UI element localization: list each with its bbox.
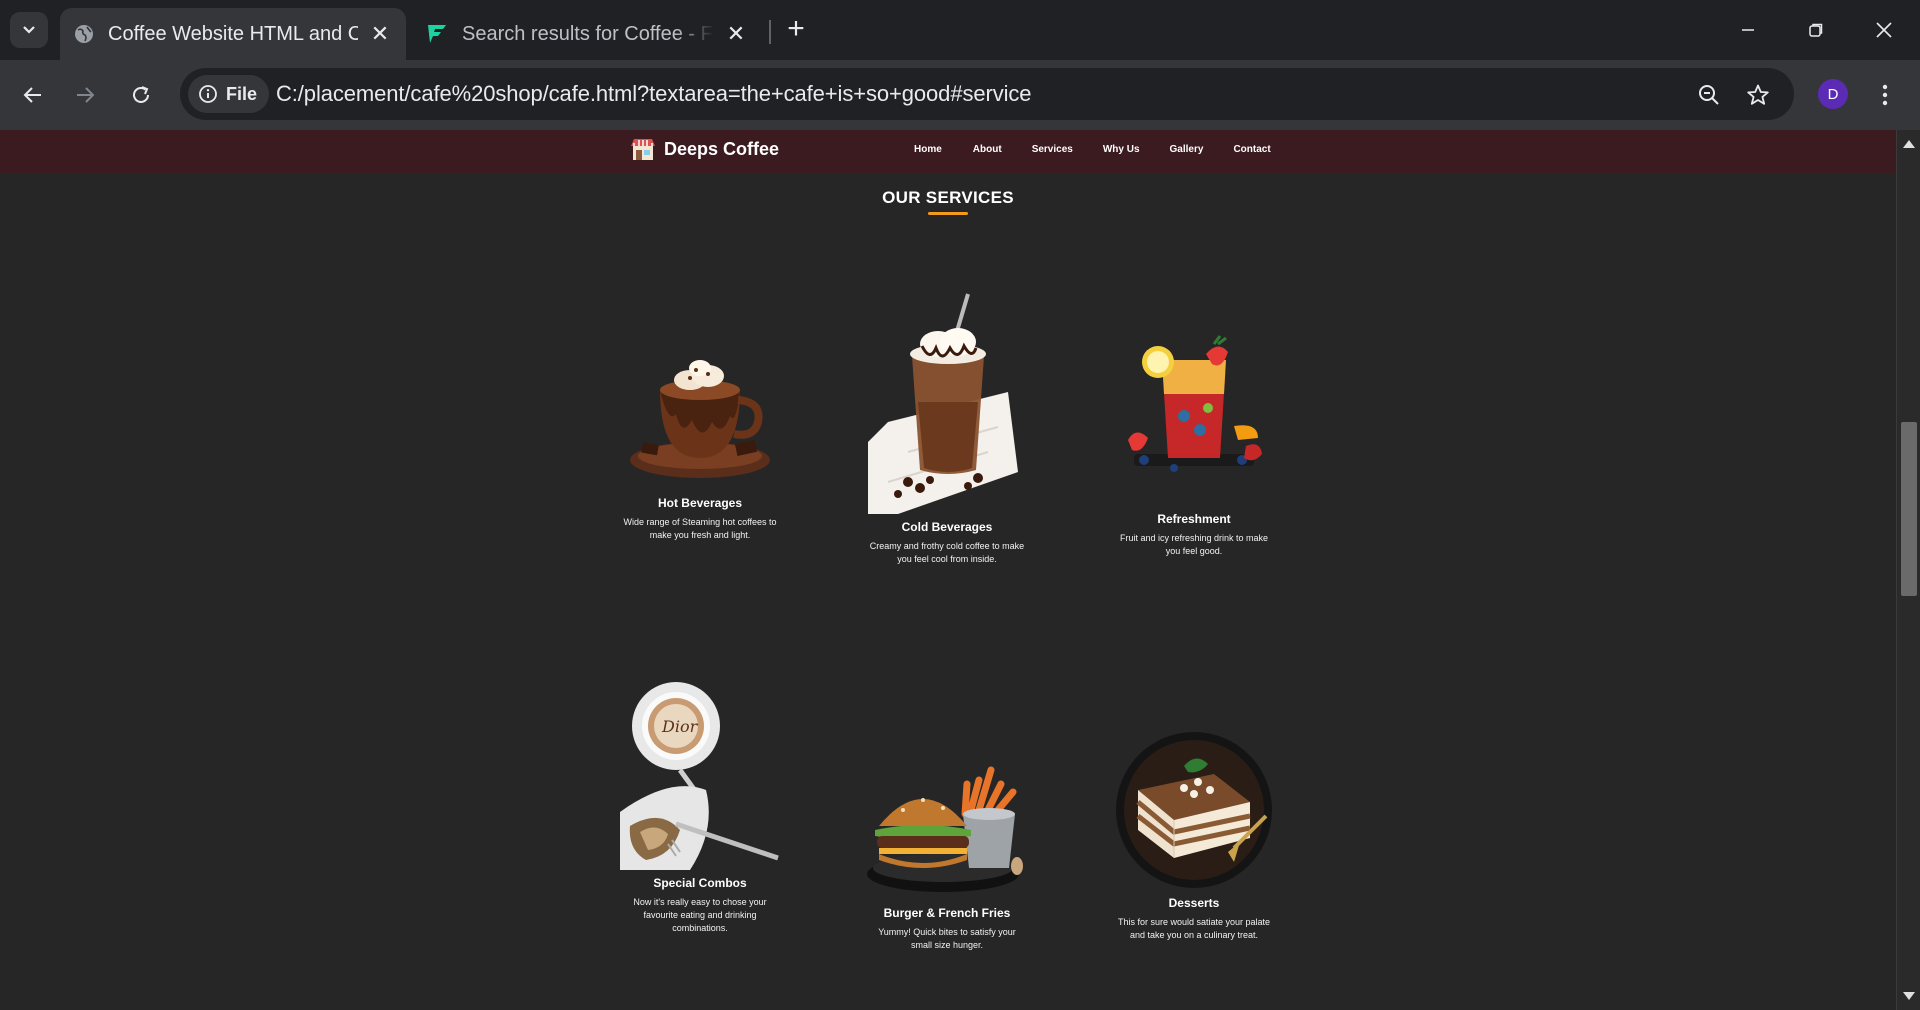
- nav-services[interactable]: Services: [1032, 144, 1073, 155]
- service-card-refreshment[interactable]: Refreshment Fruit and icy refreshing dri…: [1094, 330, 1294, 558]
- back-arrow-icon: [23, 87, 41, 103]
- minimize-icon: [1742, 29, 1754, 31]
- forward-arrow-icon: [77, 87, 95, 103]
- scroll-down-arrow-icon[interactable]: [1903, 992, 1915, 1000]
- chevron-down-icon: [23, 26, 35, 34]
- tab-strip: Coffee Website HTML and CSS ✕ Search res…: [0, 0, 1920, 60]
- iced-coffee-image: [868, 293, 1018, 514]
- globe-icon: [75, 25, 93, 43]
- file-label: File: [226, 83, 258, 104]
- back-button[interactable]: [14, 76, 52, 114]
- restore-button[interactable]: [1796, 10, 1836, 50]
- service-description: Now it's really easy to chose your favou…: [633, 897, 767, 933]
- page-scrollbar[interactable]: [1896, 130, 1920, 1010]
- service-title: Hot Beverages: [657, 496, 743, 510]
- title-underline: [928, 212, 968, 215]
- tab-search-button[interactable]: [10, 12, 48, 48]
- tab-coffee-website[interactable]: Coffee Website HTML and CSS ✕: [60, 8, 406, 60]
- tiramisu-image: [1116, 732, 1272, 888]
- browser-toolbar: File C:/placement/cafe%20shop/cafe.html?…: [0, 60, 1920, 130]
- close-tab-icon[interactable]: ✕: [368, 22, 392, 46]
- page-viewport: Deeps Coffee Home About Services Why Us …: [0, 130, 1896, 1010]
- service-title: Burger & French Fries: [883, 906, 1011, 920]
- coffee-shop-icon: [631, 139, 655, 160]
- brand-name: Deeps Coffee: [664, 138, 780, 159]
- tab-title: Search results for Coffee - Flaticon: [462, 22, 714, 45]
- service-description: Yummy! Quick bites to satisfy your small…: [878, 927, 1016, 950]
- close-icon: [1876, 22, 1892, 38]
- tab-separator: [769, 20, 771, 44]
- nav-why-us[interactable]: Why Us: [1103, 144, 1140, 155]
- service-title: Desserts: [1168, 896, 1220, 910]
- service-card-special-combos[interactable]: Dior Special Combos Now it's really easy…: [600, 680, 800, 935]
- service-description: This for sure would satiate your palate …: [1117, 917, 1271, 940]
- scrollbar-thumb[interactable]: [1901, 422, 1917, 596]
- service-description: Fruit and icy refreshing drink to make y…: [1119, 533, 1269, 556]
- star-icon: [1747, 84, 1769, 105]
- address-bar[interactable]: File C:/placement/cafe%20shop/cafe.html?…: [180, 68, 1794, 120]
- tab-flaticon[interactable]: Search results for Coffee - Flaticon ✕: [412, 8, 762, 60]
- url-text[interactable]: C:/placement/cafe%20shop/cafe.html?texta…: [276, 81, 1032, 107]
- nav-about[interactable]: About: [973, 144, 1002, 155]
- svg-text:Dior: Dior: [661, 717, 699, 736]
- service-title: Cold Beverages: [901, 520, 993, 534]
- reload-button[interactable]: [122, 76, 160, 114]
- burger-fries-image: [867, 766, 1023, 892]
- restore-icon: [1809, 23, 1823, 37]
- profile-avatar[interactable]: D: [1818, 79, 1848, 109]
- service-card-hot-beverages[interactable]: Hot Beverages Wide range of Steaming hot…: [600, 330, 800, 542]
- tab-title: Coffee Website HTML and CSS: [108, 22, 358, 45]
- info-icon: [199, 85, 217, 103]
- hot-chocolate-image: [630, 360, 770, 478]
- site-info-chip[interactable]: File: [188, 75, 270, 113]
- site-nav-links: Home About Services Why Us Gallery Conta…: [914, 144, 1271, 155]
- service-card-cold-beverages[interactable]: Cold Beverages Creamy and frothy cold co…: [847, 292, 1047, 566]
- more-vertical-icon: [1882, 84, 1888, 106]
- close-tab-icon[interactable]: ✕: [724, 22, 748, 46]
- nav-contact[interactable]: Contact: [1233, 144, 1270, 155]
- service-card-burger-fries[interactable]: Burger & French Fries Yummy! Quick bites…: [847, 740, 1047, 952]
- service-title: Special Combos: [653, 876, 747, 890]
- flaticon-logo-icon: [428, 25, 446, 43]
- fruit-drink-image: [1128, 335, 1262, 472]
- nav-gallery[interactable]: Gallery: [1170, 144, 1204, 155]
- close-window-button[interactable]: [1864, 10, 1904, 50]
- section-title: OUR SERVICES: [882, 188, 1014, 207]
- minimize-button[interactable]: [1728, 10, 1768, 50]
- service-card-desserts[interactable]: Desserts This for sure would satiate you…: [1094, 730, 1294, 942]
- browser-menu-button[interactable]: [1870, 76, 1900, 114]
- service-description: Wide range of Steaming hot coffees to ma…: [623, 517, 777, 540]
- site-navbar: Deeps Coffee Home About Services Why Us …: [0, 130, 1896, 174]
- scroll-up-arrow-icon[interactable]: [1903, 140, 1915, 148]
- forward-button[interactable]: [66, 76, 104, 114]
- brand-logo[interactable]: Deeps Coffee: [630, 136, 779, 162]
- service-description: Creamy and frothy cold coffee to make yo…: [869, 541, 1025, 564]
- nav-home[interactable]: Home: [914, 144, 942, 155]
- zoom-button[interactable]: [1694, 80, 1724, 110]
- bookmark-button[interactable]: [1743, 80, 1773, 110]
- coffee-and-cake-image: Dior: [620, 682, 779, 870]
- reload-icon: [133, 86, 149, 103]
- service-title: Refreshment: [1157, 512, 1231, 526]
- zoom-icon: [1699, 85, 1719, 105]
- new-tab-button[interactable]: +: [780, 14, 812, 46]
